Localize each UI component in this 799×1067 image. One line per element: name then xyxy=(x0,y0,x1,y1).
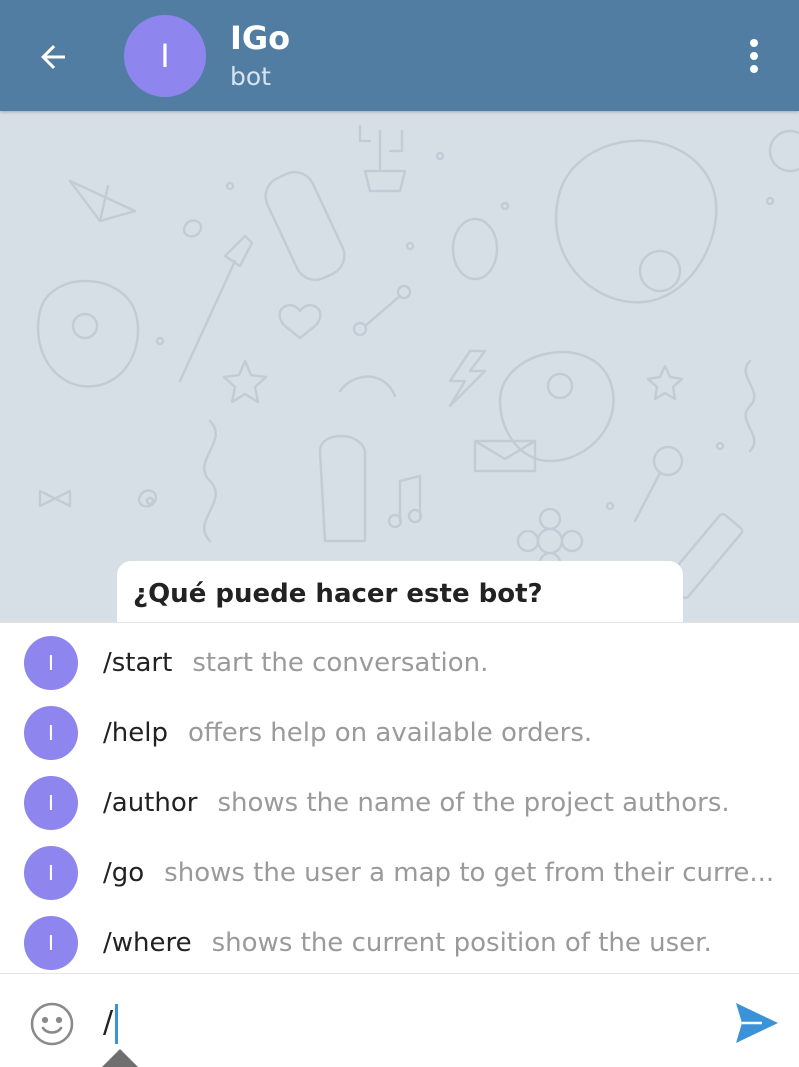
command-avatar: I xyxy=(24,636,78,690)
bot-avatar[interactable]: I xyxy=(124,15,206,97)
more-vertical-icon xyxy=(750,39,758,73)
command-item-go[interactable]: I /go shows the user a map to get from th… xyxy=(0,836,799,906)
more-options-button[interactable] xyxy=(732,34,776,78)
bot-info-title: ¿Qué puede hacer este bot? xyxy=(133,579,543,609)
command-text: /where shows the current position of the … xyxy=(103,926,783,960)
command-text: /help offers help on available orders. xyxy=(103,716,783,750)
command-name: /author xyxy=(103,788,198,818)
command-item-help[interactable]: I /help offers help on available orders. xyxy=(0,696,799,766)
command-item-author[interactable]: I /author shows the name of the project a… xyxy=(0,766,799,836)
command-avatar: I xyxy=(24,776,78,830)
chat-background: ¿Qué puede hacer este bot? xyxy=(0,111,799,622)
command-name: /start xyxy=(103,648,173,678)
chat-header: I IGo bot xyxy=(0,0,799,111)
command-description: offers help on available orders. xyxy=(187,718,593,748)
caret-handle[interactable] xyxy=(102,1049,138,1067)
smiley-icon xyxy=(30,1002,74,1046)
bot-info-card: ¿Qué puede hacer este bot? xyxy=(117,561,683,622)
command-description: shows the user a map to get from their c… xyxy=(164,858,775,888)
chat-title[interactable]: IGo xyxy=(230,18,290,58)
bot-avatar-letter: I xyxy=(160,37,170,75)
message-input-value: / xyxy=(103,1005,114,1040)
command-name: /help xyxy=(103,718,168,748)
command-description: start the conversation. xyxy=(192,648,489,678)
command-text: /start start the conversation. xyxy=(103,646,783,680)
command-avatar: I xyxy=(24,706,78,760)
chat-subtitle: bot xyxy=(230,62,271,91)
command-name: /go xyxy=(103,858,145,888)
command-suggestions-list: I /start start the conversation. I /help o… xyxy=(0,622,799,974)
command-text: /go shows the user a map to get from thei… xyxy=(103,856,783,890)
command-description: shows the current position of the user. xyxy=(211,928,712,958)
command-avatar: I xyxy=(24,916,78,970)
command-item-start[interactable]: I /start start the conversation. xyxy=(0,626,799,696)
command-avatar: I xyxy=(24,846,78,900)
command-item-where[interactable]: I /where shows the current position of th… xyxy=(0,906,799,976)
telegram-chat-screen: I IGo bot ¿Qué puede hacer este bot? I /… xyxy=(0,0,799,1067)
send-icon xyxy=(736,1003,778,1043)
arrow-left-icon xyxy=(41,45,65,69)
command-name: /where xyxy=(103,928,192,958)
command-text: /author shows the name of the project aut… xyxy=(103,786,783,820)
emoji-button[interactable] xyxy=(28,1000,76,1048)
doodle-pattern xyxy=(36,124,799,600)
message-input[interactable]: / xyxy=(103,1000,703,1046)
command-description: shows the name of the project authors. xyxy=(217,788,730,818)
text-caret xyxy=(115,1003,119,1044)
back-button[interactable] xyxy=(26,30,80,84)
send-button[interactable] xyxy=(734,1001,780,1045)
